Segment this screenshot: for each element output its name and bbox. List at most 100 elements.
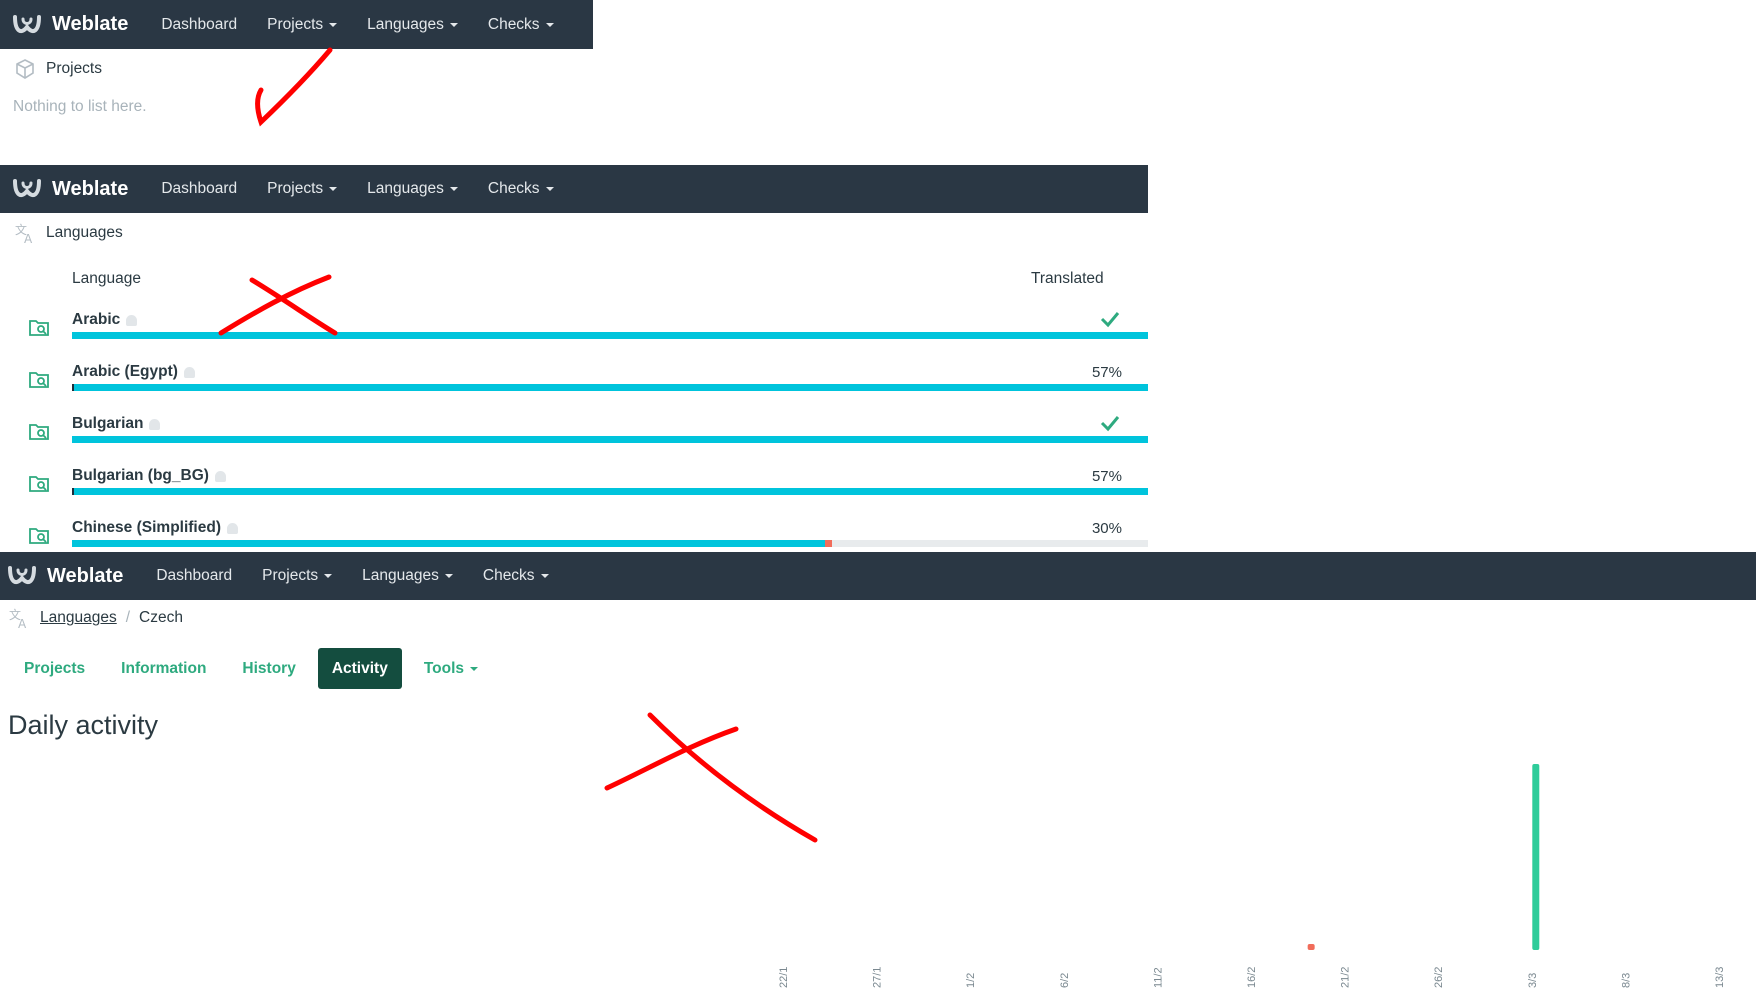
chevron-down-icon [444,574,453,578]
nav-languages[interactable]: Languages [367,16,458,34]
progress-marker [72,488,74,495]
x-tick-label: 3/3 [1527,973,1539,988]
folder-search-icon[interactable] [28,318,50,338]
translation-progress-bar [72,488,1148,495]
navbar-languages-view: Weblate Dashboard Projects Languages Che… [0,165,1148,213]
activity-bar [1307,944,1315,950]
nav-projects[interactable]: Projects [267,16,338,34]
ghost-icon [227,522,238,534]
progress-translated [72,384,1148,391]
navbar-projects-view: Weblate Dashboard Projects Languages Che… [0,0,593,49]
nav-dashboard[interactable]: Dashboard [161,180,237,198]
checkmark-annotation [255,47,333,127]
breadcrumb-current: Czech [139,609,183,626]
svg-text:A: A [24,232,33,244]
language-name[interactable]: Bulgarian [72,415,161,433]
column-translated[interactable]: Translated [1031,270,1104,288]
progress-translated [72,540,826,547]
nav-checks[interactable]: Checks [488,16,554,34]
brand-name: Weblate [47,564,124,587]
translation-progress-bar [72,332,1148,339]
tab-activity[interactable]: Activity [317,648,402,689]
package-icon [16,59,34,79]
check-icon [1100,416,1120,432]
x-tick-label: 1/2 [965,973,977,988]
brand-link[interactable]: Weblate [7,564,123,588]
nav-projects[interactable]: Projects [267,180,338,198]
x-tick-label: 26/2 [1433,967,1445,988]
cross-annotation-2b [604,726,739,791]
weblate-logo-icon [8,566,36,585]
languages-heading: 文 A Languages [14,222,123,244]
daily-activity-chart: 22/1 27/1 1/2 6/2 11/2 16/2 21/2 26/2 3/3 8/3 13/3 [778,764,1726,988]
progress-failing [825,540,832,547]
ghost-icon [126,314,138,326]
navbar-czech-view: Weblate Dashboard Projects Languages Che… [0,552,1756,600]
brand-link[interactable]: Weblate [12,177,128,201]
x-tick-label: 13/3 [1714,967,1726,988]
progress-marker [72,384,74,391]
nav-dashboard[interactable]: Dashboard [161,16,237,34]
language-row[interactable]: Arabic [0,304,1148,356]
chevron-down-icon [470,666,479,671]
activity-bar [1532,764,1540,950]
translate-icon: 文 A [15,222,33,244]
chevron-down-icon [329,187,338,191]
x-tick-label: 11/2 [1152,967,1164,988]
weblate-logo-icon [13,14,41,33]
breadcrumb-separator: / [125,609,131,626]
folder-search-icon[interactable] [28,474,50,494]
x-tick-label: 8/3 [1620,973,1632,988]
folder-search-icon[interactable] [28,422,50,442]
weblate-logo-icon [13,179,41,198]
chevron-down-icon [329,22,338,27]
chevron-down-icon [449,22,458,27]
language-name[interactable]: Arabic [72,311,138,329]
folder-search-icon[interactable] [28,370,50,390]
chevron-down-icon [545,187,554,191]
nav-checks[interactable]: Checks [488,180,554,198]
translation-progress-bar [72,540,1148,547]
translated-percent: 57% [1091,364,1122,381]
tab-projects[interactable]: Projects [10,648,99,689]
languages-title: Languages [46,224,123,241]
language-row[interactable]: Bulgarian [0,408,1148,460]
language-row[interactable]: Bulgarian (bg_BG) 57% [0,460,1148,512]
progress-translated [72,488,1148,495]
breadcrumb: 文 A Languages / Czech [8,607,183,629]
projects-title: Projects [46,60,102,77]
daily-activity-heading: Daily activity [8,710,159,740]
chevron-down-icon [545,22,554,27]
nav-languages[interactable]: Languages [367,180,458,198]
language-name[interactable]: Arabic (Egypt) [72,363,195,381]
ghost-icon [214,470,226,482]
ghost-icon [183,366,195,378]
translation-progress-bar [72,384,1148,391]
language-tabs: Projects Information History Activity To… [10,648,500,689]
language-name[interactable]: Bulgarian (bg_BG) [72,467,226,485]
tab-information[interactable]: Information [107,648,220,689]
x-tick-label: 6/2 [1059,973,1071,988]
nav-checks[interactable]: Checks [483,567,549,585]
tab-history[interactable]: History [228,648,309,689]
breadcrumb-languages-link[interactable]: Languages [40,609,117,627]
nav-languages[interactable]: Languages [362,567,453,585]
tab-tools[interactable]: Tools [410,648,492,689]
empty-message: Nothing to list here. [13,98,147,115]
x-tick-label: 27/1 [872,967,884,988]
brand-name: Weblate [52,13,129,35]
column-language[interactable]: Language [72,270,141,288]
folder-search-icon[interactable] [28,526,50,546]
ghost-icon [149,418,161,430]
brand-link[interactable]: Weblate [12,13,128,37]
nav-dashboard[interactable]: Dashboard [156,567,232,585]
brand-name: Weblate [52,177,129,200]
translated-percent: 57% [1091,468,1122,485]
language-row[interactable]: Arabic (Egypt) 57% [0,356,1148,408]
progress-translated [72,436,1148,443]
language-name[interactable]: Chinese (Simplified) [72,519,238,537]
chevron-down-icon [324,574,333,578]
translation-progress-bar [72,436,1148,443]
nav-projects[interactable]: Projects [262,567,333,585]
x-tick-label: 21/2 [1340,967,1352,988]
